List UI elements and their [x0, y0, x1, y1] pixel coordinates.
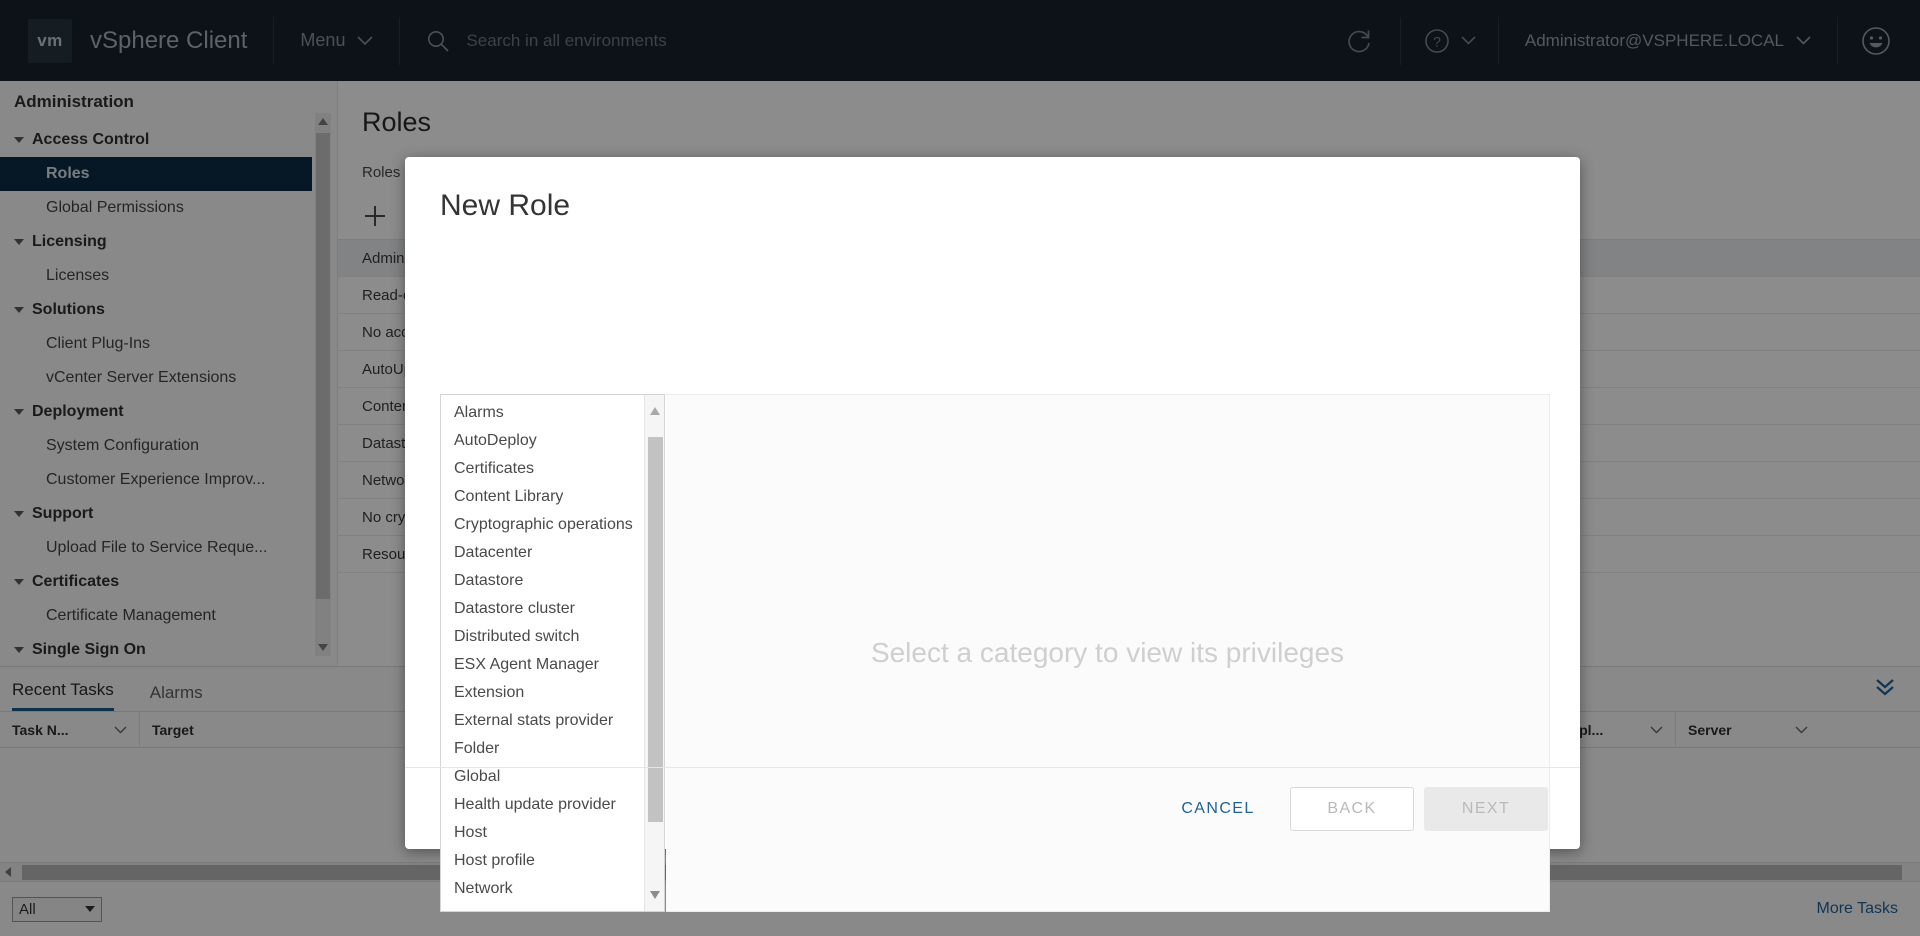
category-item-certificates[interactable]: Certificates — [441, 455, 664, 483]
category-item-autodeploy[interactable]: AutoDeploy — [441, 427, 664, 455]
dialog-title: New Role — [440, 189, 571, 222]
category-item-host-profile[interactable]: Host profile — [441, 847, 664, 875]
cancel-button[interactable]: CANCEL — [1156, 787, 1280, 831]
category-item-alarms[interactable]: Alarms — [441, 399, 664, 427]
category-item-distributed-switch[interactable]: Distributed switch — [441, 623, 664, 651]
category-item-datacenter[interactable]: Datacenter — [441, 539, 664, 567]
category-item-datastore[interactable]: Datastore — [441, 567, 664, 595]
back-button[interactable]: BACK — [1290, 786, 1414, 831]
category-item-datastore-cluster[interactable]: Datastore cluster — [441, 595, 664, 623]
scroll-up-arrow-icon[interactable] — [650, 407, 660, 415]
dialog-footer: CANCEL BACK NEXT — [405, 767, 1580, 849]
category-item-content-library[interactable]: Content Library — [441, 483, 664, 511]
category-scrollbar-thumb[interactable] — [648, 437, 663, 822]
category-item-esx-agent-manager[interactable]: ESX Agent Manager — [441, 651, 664, 679]
category-item-extension[interactable]: Extension — [441, 679, 664, 707]
category-item-folder[interactable]: Folder — [441, 735, 664, 763]
category-item-network[interactable]: Network — [441, 875, 664, 903]
new-role-dialog: New Role Alarms AutoDeploy Certificates … — [405, 157, 1580, 912]
vsphere-client-app: vm vSphere Client Menu Search in all env… — [0, 0, 1920, 936]
scroll-down-arrow-icon[interactable] — [650, 891, 660, 899]
next-button[interactable]: NEXT — [1424, 786, 1548, 831]
category-item-cryptographic-operations[interactable]: Cryptographic operations — [441, 511, 664, 539]
privileges-empty-message: Select a category to view its privileges — [870, 637, 1345, 668]
category-item-external-stats-provider[interactable]: External stats provider — [441, 707, 664, 735]
